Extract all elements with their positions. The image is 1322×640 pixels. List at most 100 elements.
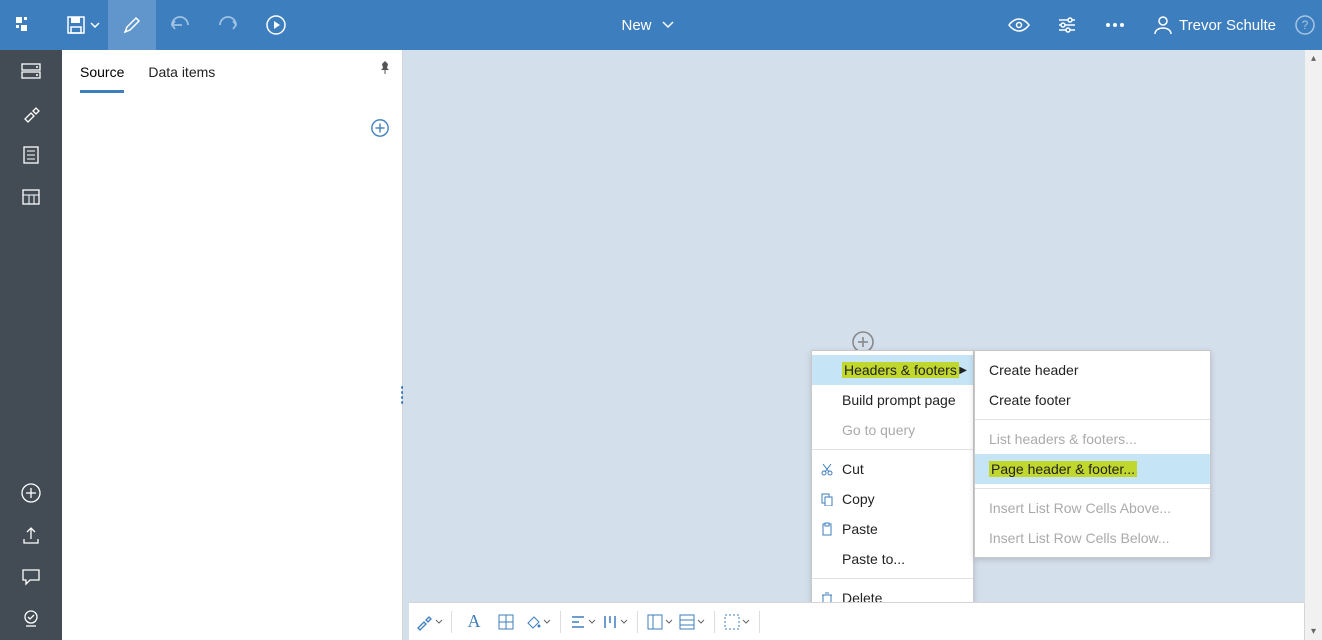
border-icon [498,614,514,630]
nav-data[interactable] [0,50,62,92]
nav-queries[interactable] [0,176,62,218]
chevron-down-icon [435,619,443,624]
help-icon: ? [1295,15,1315,35]
eyedropper-button[interactable] [415,608,443,636]
nav-comment[interactable] [0,556,62,598]
check-circle-icon [21,609,41,629]
headers-footers-submenu: Create header Create footer List headers… [974,350,1211,558]
tab-source[interactable]: Source [80,64,124,93]
submenu-create-header[interactable]: Create header [975,355,1210,385]
menu-cut[interactable]: Cut [812,454,973,484]
document-title: New [622,17,652,34]
border-button[interactable] [492,608,520,636]
report-canvas[interactable]: Headers & footers ▶ Build prompt page Go… [403,50,1322,640]
settings-button[interactable] [1043,0,1091,50]
fill-button[interactable] [524,608,552,636]
main: Source Data items Heade [0,50,1322,640]
format-toolbar: A [409,602,1305,640]
paste-icon [818,522,836,536]
nav-toolbox[interactable] [0,92,62,134]
eye-icon [1008,18,1030,32]
play-circle-icon [265,14,287,36]
ellipsis-icon [1105,22,1125,28]
table-style-button[interactable] [678,608,706,636]
context-menu: Headers & footers ▶ Build prompt page Go… [811,350,974,640]
more-button[interactable] [1091,0,1139,50]
save-button[interactable] [48,0,108,50]
submenu-list-headers-footers: List headers & footers... [975,424,1210,454]
nav-add[interactable] [0,472,62,514]
undo-icon [170,15,190,35]
undo-button[interactable] [156,0,204,50]
data-server-icon [20,62,42,80]
vertical-scrollbar[interactable]: ▴ ▾ [1305,50,1322,640]
chevron-down-icon [697,619,705,624]
chevron-down-icon [620,619,628,624]
tab-data-items[interactable]: Data items [148,64,215,93]
menu-build-prompt-page[interactable]: Build prompt page [812,385,973,415]
table-icon [21,188,41,206]
scroll-up-button[interactable]: ▴ [1305,50,1322,67]
app-logo[interactable] [0,0,48,50]
nav-validate[interactable] [0,598,62,640]
menu-paste[interactable]: Paste [812,514,973,544]
chevron-down-icon [90,22,100,28]
submenu-page-header-footer[interactable]: Page header & footer... [975,454,1210,484]
pencil-icon [122,15,142,35]
layout-button[interactable] [646,608,674,636]
scroll-down-button[interactable]: ▾ [1305,623,1322,640]
nav-share[interactable] [0,514,62,556]
user-icon [1153,15,1173,35]
font-a-icon: A [468,611,481,632]
redo-icon [218,15,238,35]
chat-icon [21,568,41,586]
menu-go-to-query: Go to query [812,415,973,445]
add-source-button[interactable] [370,118,390,143]
document-title-dropdown[interactable]: New [300,17,995,34]
copy-icon [818,492,836,506]
pin-panel-button[interactable] [378,60,392,79]
align-vertical-icon [602,614,618,630]
edit-mode-button[interactable] [108,0,156,50]
plus-circle-icon [370,118,390,138]
cut-icon [818,462,836,476]
preview-button[interactable] [995,0,1043,50]
plus-circle-icon [20,482,42,504]
page-icon [22,145,40,165]
svg-text:?: ? [1302,18,1309,32]
redo-button[interactable] [204,0,252,50]
halign-button[interactable] [569,608,597,636]
user-menu[interactable]: Trevor Schulte [1139,0,1288,50]
username-label: Trevor Schulte [1173,17,1282,34]
chevron-down-icon [543,619,551,624]
help-button[interactable]: ? [1288,0,1322,50]
menu-paste-to[interactable]: Paste to... [812,544,973,574]
source-panel: Source Data items [62,50,403,640]
logo-icon [14,15,34,35]
sliders-icon [1057,16,1077,34]
layout-icon [647,614,663,630]
nav-pages[interactable] [0,134,62,176]
submenu-insert-row-above: Insert List Row Cells Above... [975,493,1210,523]
menu-copy[interactable]: Copy [812,484,973,514]
run-button[interactable] [252,0,300,50]
topbar: New Trevor Schulte [0,0,1322,50]
align-left-icon [570,614,586,630]
menu-headers-footers[interactable]: Headers & footers ▶ [812,355,973,385]
select-button[interactable] [723,608,751,636]
pin-icon [378,60,392,74]
scroll-track[interactable] [1305,67,1322,623]
paint-bucket-icon [525,614,541,630]
submenu-insert-row-below: Insert List Row Cells Below... [975,523,1210,553]
valign-button[interactable] [601,608,629,636]
font-button[interactable]: A [460,608,488,636]
eyedropper-icon [415,613,433,631]
select-icon [724,614,740,630]
chevron-down-icon [588,619,596,624]
chevron-down-icon [742,619,750,624]
submenu-create-footer[interactable]: Create footer [975,385,1210,415]
left-nav [0,50,62,640]
chevron-down-icon [662,21,674,29]
chevron-down-icon [665,619,673,624]
hammer-icon [21,103,41,123]
